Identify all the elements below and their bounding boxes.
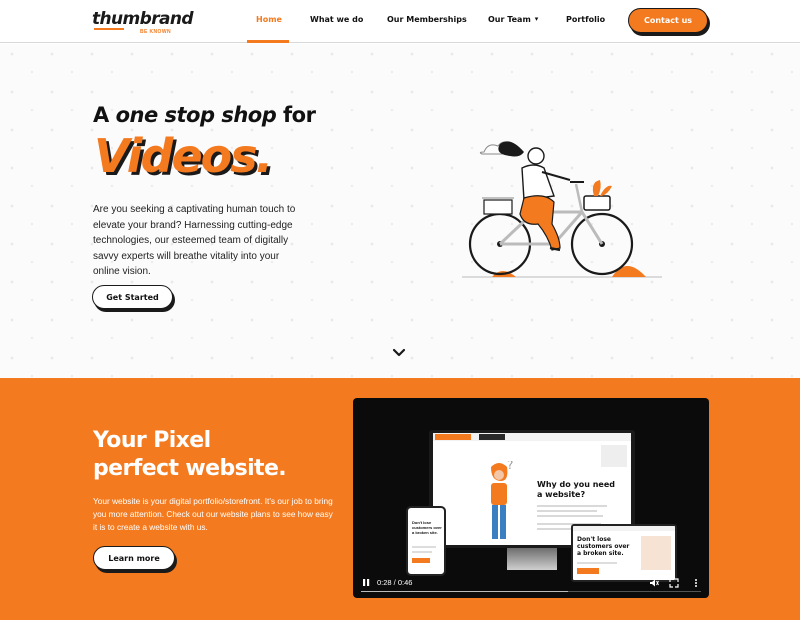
text-line [412,546,436,548]
promo-title: Your Pixel perfect website. [93,427,343,483]
hero-description: Are you seeking a captivating human touc… [93,204,296,277]
text-line [537,515,603,517]
tablet-thumbnail [641,536,671,570]
brand-tagline: BE KNOWN [140,29,171,35]
time-display: 0:28 / 0:46 [377,578,413,587]
video-progress-bar[interactable] [361,591,701,592]
monitor-tab-orange [435,434,471,440]
hero-title-prefix: A [93,103,116,127]
website-promo-section: Your Pixel perfect website. Your website… [0,378,800,620]
monitor-thumbnail [601,445,627,467]
brand-name: thumbrand [92,9,194,29]
play-pause-icon[interactable] [362,578,371,587]
nav-item-portfolio[interactable]: Portfolio [566,15,605,24]
hero-big-word: Videos. [94,129,273,183]
nav-item-home[interactable]: Home [256,15,282,24]
nav-item-our-team[interactable]: Our Team ▾ [488,15,538,24]
promo-title-line-1: Your Pixel [93,428,211,453]
question-mark-glyph: ? [507,461,513,472]
monitor-heading: Why do you need a website? [537,480,615,499]
brand-logo[interactable]: thumbrand BE KNOWN [92,9,194,35]
nav-item-what-we-do[interactable]: What we do [310,15,363,24]
scroll-down-chevron-icon[interactable] [391,347,407,359]
video-progress-fill [361,591,569,592]
logo-underline [94,28,124,30]
video-controls: 0:28 / 0:46 [353,570,709,598]
video-player[interactable]: ? Why do you need a website? Don't lose … [353,398,709,598]
phone-mockup: Don't lose customers over a broken site. [406,506,446,576]
monitor-stand [507,548,557,570]
text-line [577,562,617,564]
nav-item-our-memberships[interactable]: Our Memberships [387,15,467,24]
cyclist-illustration [462,141,662,278]
contact-us-button[interactable]: Contact us [628,8,708,33]
phone-cta [412,558,430,563]
text-line [537,505,607,507]
hero-section: A one stop shop for Videos. Are you seek… [0,44,800,378]
hero-title-suffix: for [276,103,316,127]
hero-title: A one stop shop for [93,103,316,127]
phone-text: Don't lose customers over a broken site. [412,520,442,535]
more-options-icon[interactable] [691,578,701,588]
chevron-down-icon: ▾ [534,15,539,23]
text-line [412,551,432,553]
get-started-button[interactable]: Get Started [92,285,173,309]
monitor-tab-dark [479,434,505,440]
thinking-woman-figure: ? [491,461,513,539]
tablet-topbar [573,526,675,531]
top-navigation: thumbrand BE KNOWN Home What we do Our M… [0,0,800,43]
promo-title-line-2: perfect website. [93,456,287,481]
fullscreen-icon[interactable] [669,578,679,588]
hero-title-emphasis: one stop shop [115,103,277,127]
learn-more-button[interactable]: Learn more [93,546,175,570]
volume-icon[interactable] [649,578,659,588]
promo-description: Your website is your digital portfolio/s… [93,496,333,532]
tablet-text: Don't lose customers over a broken site. [577,536,630,557]
active-nav-indicator [247,40,289,43]
nav-item-our-team-label: Our Team [488,15,531,24]
text-line [537,510,597,512]
